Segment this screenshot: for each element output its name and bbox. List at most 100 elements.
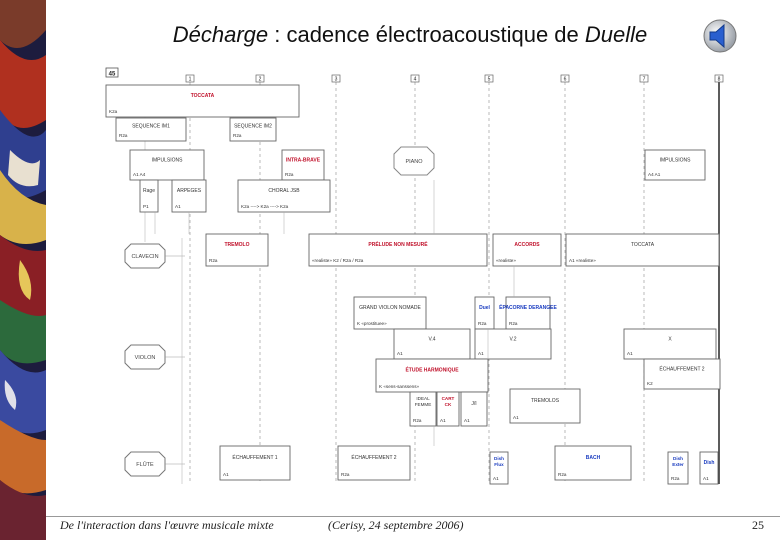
block-label: TREMOLO: [225, 242, 250, 248]
block-label: Rage: [143, 188, 155, 194]
block-sublabel: R2a: [413, 418, 422, 423]
title-word-decharge: Décharge: [172, 22, 269, 47]
block-label: Duel: [479, 305, 490, 311]
score-block: [509, 388, 581, 424]
instrument-label: VIOLON: [135, 355, 156, 361]
slide-title: Décharge : cadence électroacoustique de …: [100, 22, 720, 48]
block-label: PRÉLUDE NON MESURÉ: [368, 240, 428, 248]
block-sublabel: A1: [175, 204, 181, 209]
block-label: GRAND VIOLON NOMADE: [359, 305, 421, 311]
block-sublabel: A1: [627, 351, 633, 356]
block-label: V.4: [428, 337, 435, 343]
title-word-duelle: Duelle: [584, 22, 648, 47]
block-sublabel: R2a: [341, 472, 350, 477]
block-frame: [509, 388, 581, 424]
block-sublabel: A1: [513, 415, 519, 420]
block-label: ÉCHAUFFEMENT 2: [659, 366, 704, 373]
footer-left-text: De l'interaction dans l'œuvre musicale m…: [60, 518, 274, 532]
block-frame: [393, 328, 471, 360]
block-label: SEQUENCE IM2: [234, 123, 272, 129]
block-sublabel: «realiste» K2 / R2a / R2a: [312, 258, 364, 263]
block-frame: [623, 328, 717, 360]
block-label: Dish: [673, 456, 683, 461]
block-sublabel: K2a ----> K2a ----> K2a: [241, 204, 289, 209]
block-label: ÉPACORNE DERANGEE: [499, 303, 557, 311]
block-sublabel: A1: [397, 351, 403, 356]
block-sublabel: A1 A4: [133, 172, 146, 177]
block-label: FEMME: [415, 402, 432, 407]
speaker-icon[interactable]: [700, 18, 740, 54]
block-sublabel: R2a: [233, 133, 242, 138]
block-sublabel: A1: [440, 418, 446, 423]
page-number: 25: [752, 518, 764, 532]
section-number: 7: [643, 77, 646, 83]
block-sublabel: A1 «realiste»: [569, 258, 596, 263]
block-sublabel: R2a: [509, 321, 518, 326]
block-label: BACH: [586, 455, 601, 461]
block-label: CART: [442, 396, 455, 401]
block-label: TREMOLOS: [531, 398, 560, 404]
block-label: SEQUENCE IM1: [132, 123, 170, 129]
score-diagram: 451 2 3 4 5 6 7 8CLAVECINVIOLONFLÛTEPIANOTOCCAT…: [105, 67, 724, 485]
score-block: [105, 84, 300, 118]
section-number: 6: [564, 77, 567, 83]
block-label: Exter: [672, 462, 684, 467]
block-sublabel: R2a: [209, 258, 218, 263]
block-label: ÉTUDE HARMONIQUE: [405, 366, 459, 374]
block-label: IMPULSIONS: [660, 158, 692, 164]
block-frame: [219, 445, 291, 481]
decorative-painting-strip: [0, 0, 46, 540]
block-label: J/I: [471, 401, 476, 407]
block-sublabel: R2a: [558, 472, 567, 477]
block-label: TOCCATA: [631, 242, 655, 248]
section-number: 8: [718, 77, 721, 83]
section-number: 4: [414, 77, 417, 83]
section-number: 3: [335, 77, 338, 83]
section-number: 2: [259, 77, 262, 83]
section-number: 1: [189, 77, 192, 83]
header-number: 45: [109, 72, 116, 78]
block-frame: [474, 328, 552, 360]
instrument-label: CLAVECIN: [131, 254, 158, 260]
block-sublabel: A1: [464, 418, 470, 423]
block-label: Flux: [494, 462, 504, 467]
score-block: [643, 358, 721, 390]
block-label: IDEAL: [416, 396, 430, 401]
section-number: 5: [488, 77, 491, 83]
block-label: CK: [445, 402, 452, 407]
title-middle: : cadence électroacoustique de: [268, 22, 585, 47]
block-label: TOCCATA: [191, 93, 215, 99]
block-sublabel: A4 A1: [648, 172, 661, 177]
block-label: CHORAL JSB: [268, 188, 300, 194]
instrument-label: FLÛTE: [136, 461, 154, 468]
block-label: IMPULSIONS: [152, 158, 184, 164]
block-label: ARPEGES: [177, 188, 202, 194]
piano-label: PIANO: [405, 159, 423, 165]
block-sublabel: R2a: [671, 476, 680, 481]
footer-center-text: (Cerisy, 24 septembre 2006): [328, 518, 464, 532]
score-block: [393, 328, 471, 360]
block-label: ÉCHAUFFEMENT 2: [351, 454, 396, 461]
block-sublabel: «realiste»: [496, 258, 516, 263]
block-sublabel: P1: [143, 204, 149, 209]
block-label: V.2: [509, 337, 516, 343]
block-sublabel: R2a: [285, 172, 294, 177]
block-sublabel: R2a: [478, 321, 487, 326]
block-sublabel: K «prostituee»: [357, 321, 387, 326]
block-label: INTRA-BRAVE: [286, 158, 321, 164]
block-label: ACCORDS: [514, 242, 540, 248]
block-sublabel: R2a: [119, 133, 128, 138]
score-block: [623, 328, 717, 360]
block-sublabel: K «sens-sanssens»: [379, 384, 420, 389]
block-sublabel: K2: [647, 381, 653, 386]
block-label: ÉCHAUFFEMENT 1: [232, 454, 277, 461]
block-frame: [643, 358, 721, 390]
block-sublabel: A1: [223, 472, 229, 477]
score-block: [474, 328, 552, 360]
block-label: Dish: [704, 460, 715, 466]
block-label: Dish: [494, 456, 504, 461]
block-frame: [105, 84, 300, 118]
score-block: [219, 445, 291, 481]
block-sublabel: A1: [703, 476, 709, 481]
block-sublabel: A1: [478, 351, 484, 356]
